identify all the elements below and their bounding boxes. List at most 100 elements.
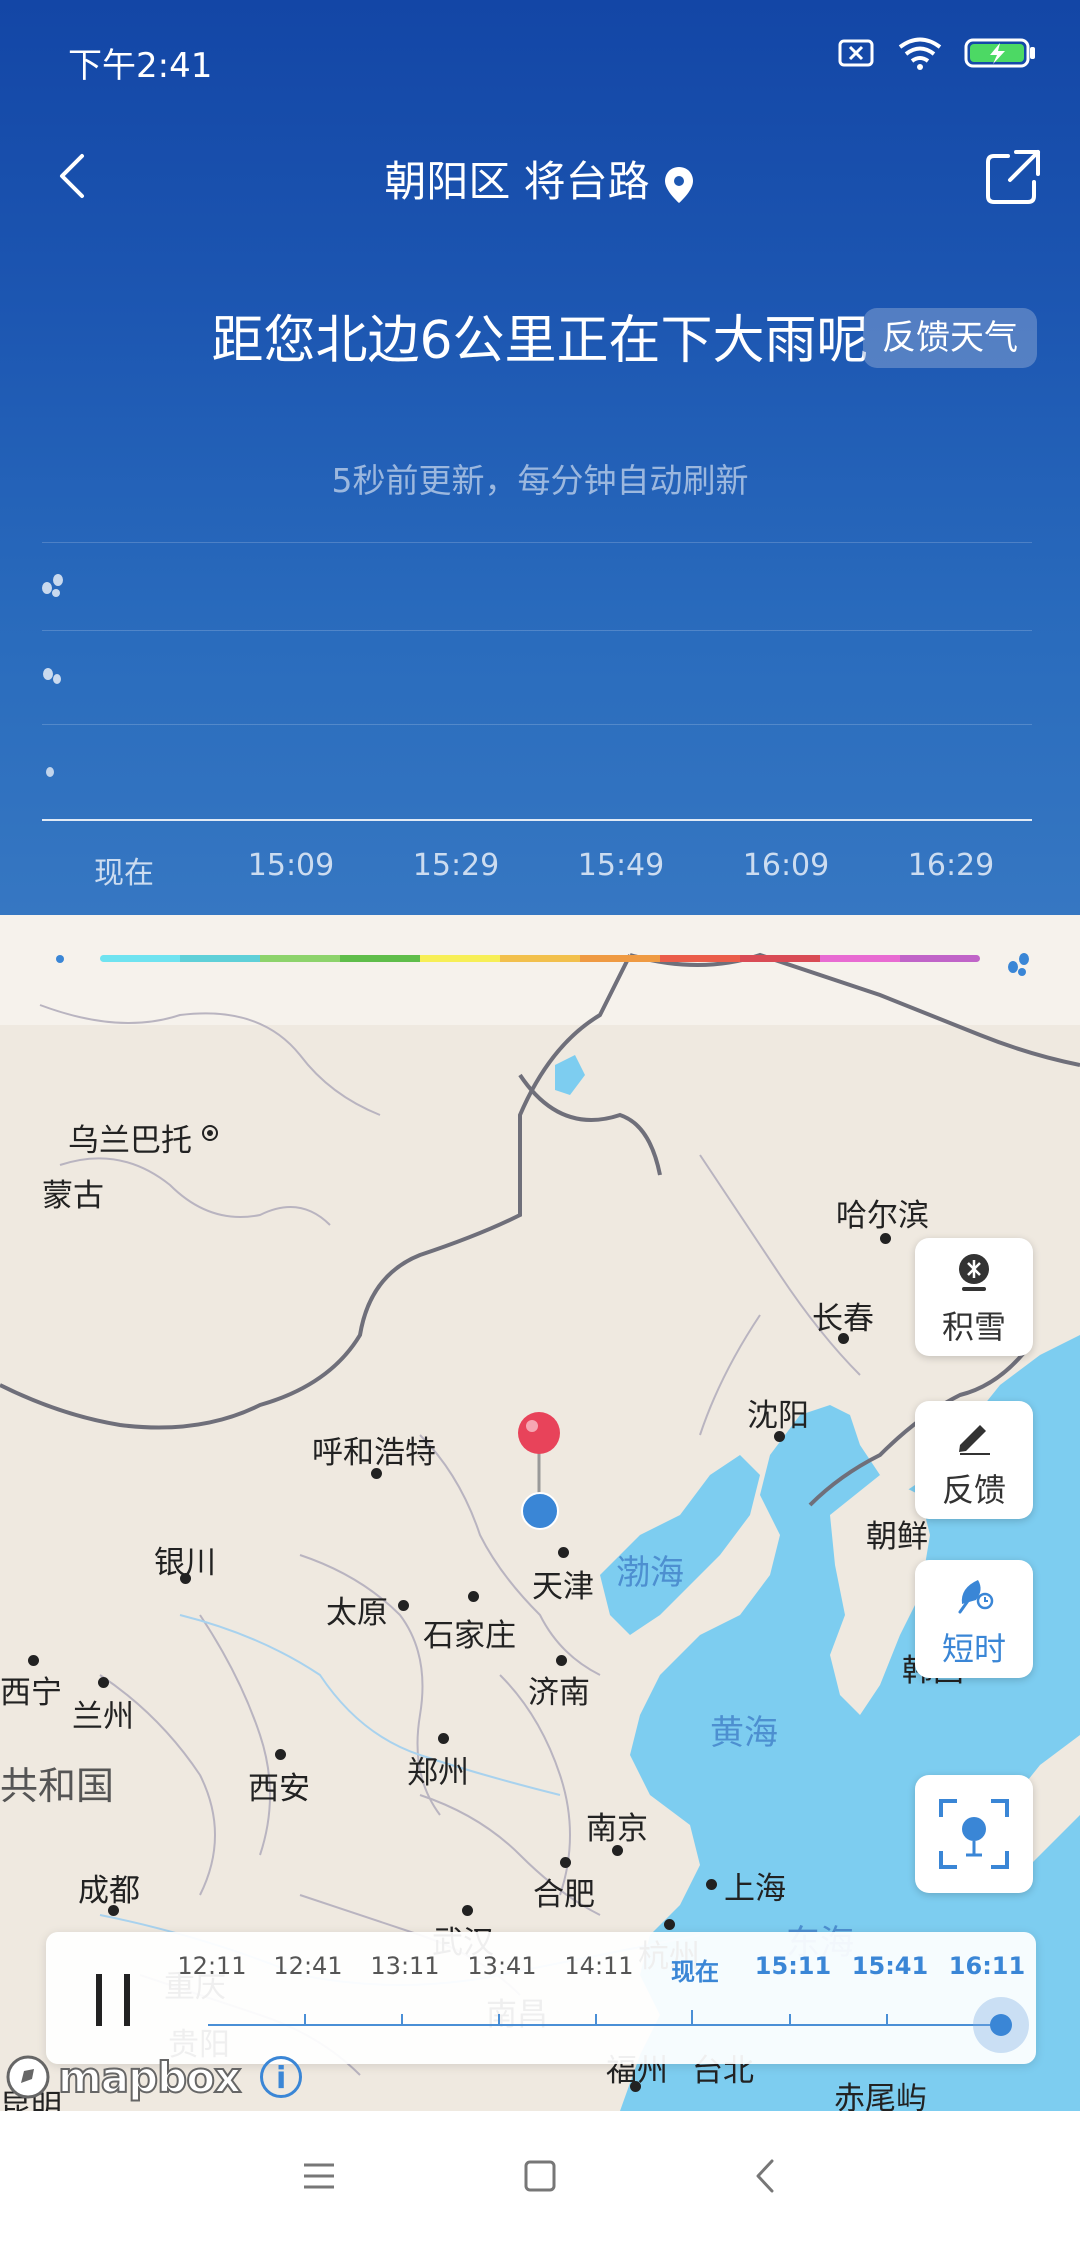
snowflake-icon [959, 1254, 989, 1291]
timeline-label[interactable]: 15:11 [755, 1952, 831, 1980]
city-dot [462, 1905, 473, 1916]
legend-segment [740, 955, 821, 962]
timeline-label[interactable]: 13:41 [467, 1952, 536, 1980]
short-term-button[interactable]: 短时 [915, 1560, 1033, 1678]
legend-light-dot [56, 955, 64, 963]
time-tick: 16:09 [742, 848, 830, 883]
city-dot [664, 1919, 675, 1930]
legend-segment [820, 955, 901, 962]
city-label: 长春 [812, 1301, 874, 1337]
heavy-rain-icon [42, 574, 63, 597]
city-label: 天津 [532, 1569, 594, 1605]
short-term-label: 短时 [941, 1630, 1006, 1668]
pause-icon[interactable] [84, 1970, 144, 2030]
info-button[interactable]: i [260, 2056, 303, 2098]
city-dot [468, 1591, 479, 1602]
timeline-label[interactable]: 12:11 [177, 1952, 246, 1980]
feedback-weather-button[interactable]: 反馈天气 [863, 308, 1037, 368]
city-dot [612, 1845, 623, 1856]
timeline-label[interactable]: 12:41 [273, 1952, 342, 1980]
wifi-icon [898, 37, 942, 70]
menu-icon[interactable] [294, 2151, 344, 2201]
timeline-track[interactable] [208, 2024, 998, 2026]
timeline-tick-now [691, 2010, 693, 2026]
city-dot [275, 1749, 286, 1760]
city-label: 赤尾屿 [834, 2081, 927, 2111]
snow-cover-button[interactable]: 积雪 [915, 1238, 1033, 1356]
city-label: 上海 [724, 1871, 786, 1907]
city-dot [98, 1677, 109, 1688]
legend-segment [340, 955, 421, 962]
city-dot [28, 1655, 39, 1666]
sea-label: 渤海 [616, 1553, 684, 1593]
location-title[interactable]: 朝阳区 将台路 [0, 148, 1080, 209]
timeline-label-now[interactable]: 现在 [671, 1952, 719, 1987]
status-icons [838, 36, 1036, 70]
city-dot [880, 1233, 891, 1244]
city-dot [774, 1431, 785, 1442]
city-dot [108, 1905, 119, 1916]
country-label: 蒙古 [42, 1178, 104, 1214]
chart-gridline [42, 630, 1032, 631]
city-dot [371, 1468, 382, 1479]
city-label: 石家庄 [423, 1618, 516, 1654]
time-tick: 15:29 [412, 848, 500, 883]
snow-cover-label: 积雪 [941, 1308, 1006, 1346]
mapbox-attribution[interactable]: mapbox i [4, 2052, 303, 2103]
city-label: 郑州 [407, 1755, 469, 1791]
city-dot [706, 1879, 717, 1890]
locate-me-button[interactable] [915, 1775, 1033, 1893]
pencil-icon [959, 1425, 990, 1455]
system-nav-bar [0, 2111, 1080, 2244]
timeline-tick [401, 2014, 403, 2026]
city-dot [180, 1573, 191, 1584]
city-dot [838, 1333, 849, 1344]
timeline-knob[interactable] [990, 2014, 1012, 2036]
chart-baseline [42, 819, 1032, 821]
location-pin-icon [664, 166, 693, 203]
city-label: 兰州 [72, 1699, 134, 1735]
feedback-label: 反馈 [941, 1471, 1006, 1509]
sim-x-icon [838, 39, 874, 67]
battery-charging-icon [964, 38, 1035, 68]
chart-gridline [42, 542, 1032, 543]
location-label: 朝阳区 将台路 [384, 157, 650, 206]
city-label: 西宁 [0, 1675, 62, 1711]
legend-segment [580, 955, 661, 962]
city-label: 合肥 [533, 1877, 595, 1913]
status-time: 下午2:41 [68, 46, 213, 86]
share-button[interactable] [982, 146, 1044, 208]
rain-headline: 距您北边6公里正在下大雨呢 [211, 311, 869, 371]
home-icon[interactable] [515, 2151, 565, 2201]
country-label: 朝鲜 [866, 1519, 928, 1555]
feedback-button[interactable]: 反馈 [915, 1401, 1033, 1519]
city-dot [560, 1857, 571, 1868]
city-label: 哈尔滨 [836, 1198, 929, 1234]
legend-segment [180, 955, 261, 962]
city-label: 乌兰巴托 [68, 1123, 192, 1159]
timeline-label[interactable]: 13:11 [370, 1952, 439, 1980]
timeline-label[interactable]: 16:11 [949, 1952, 1025, 1980]
locate-icon [939, 1799, 1009, 1869]
mapbox-wordmark: mapbox [57, 2052, 242, 2103]
time-tick: 16:29 [907, 848, 995, 883]
umbrella-clock-icon [958, 1580, 994, 1614]
timeline-tick [304, 2014, 306, 2026]
timeline-label[interactable]: 15:41 [852, 1952, 928, 1980]
timeline-tick [498, 2014, 500, 2026]
capital-marker-icon [202, 1125, 218, 1141]
city-label: 西安 [248, 1771, 310, 1807]
timeline-tick [886, 2014, 888, 2026]
my-location-icon [521, 1492, 559, 1530]
legend-segment [500, 955, 581, 962]
country-label: 共和国 [0, 1764, 115, 1808]
timeline-tick [789, 2014, 791, 2026]
city-label: 济南 [528, 1675, 590, 1711]
update-note: 5秒前更新，每分钟自动刷新 [331, 461, 749, 500]
city-dot [438, 1733, 449, 1744]
timeline-tick [595, 2014, 597, 2026]
back-icon[interactable] [742, 2151, 792, 2201]
timeline-label[interactable]: 14:11 [564, 1952, 633, 1980]
city-label: 呼和浩特 [312, 1435, 436, 1471]
city-dot [558, 1547, 569, 1558]
